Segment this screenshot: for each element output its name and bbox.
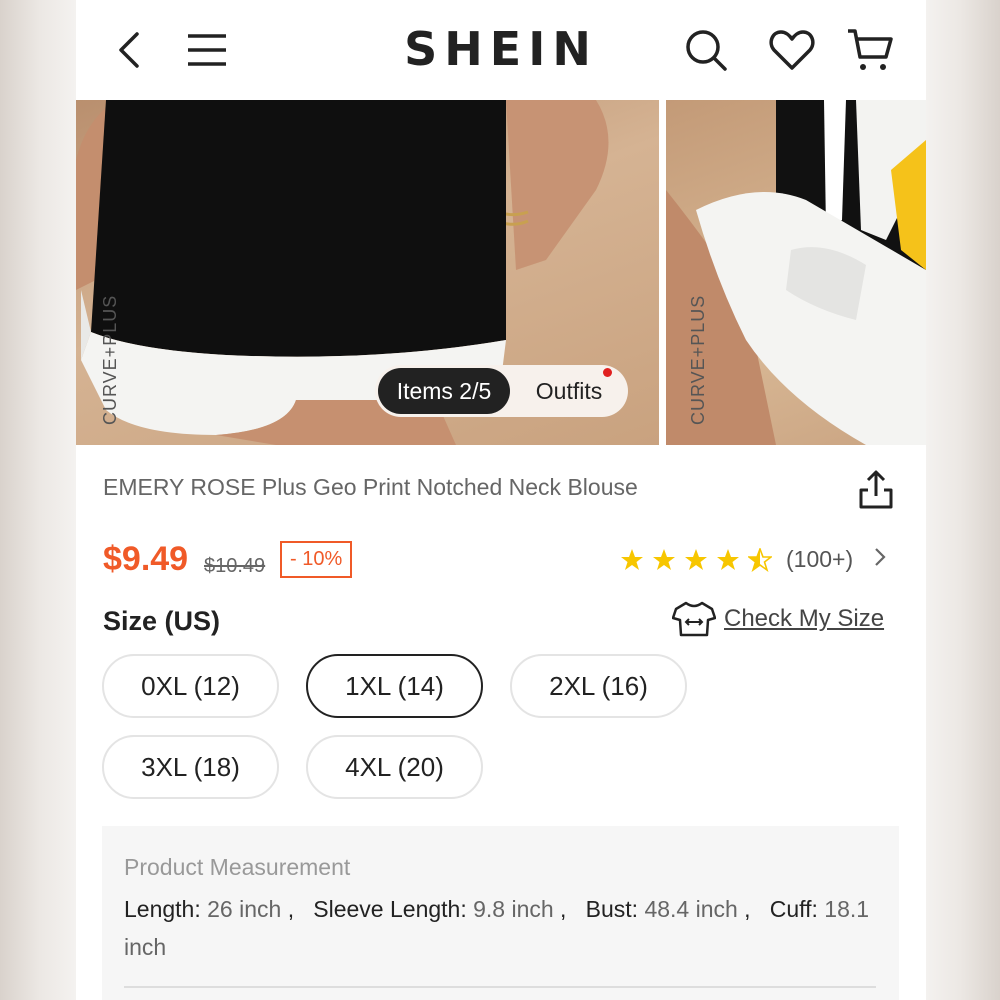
cuff-label: Cuff: <box>769 896 818 922</box>
outfits-tab[interactable]: Outfits <box>510 367 628 405</box>
product-image-secondary[interactable]: CURVE+PLUS <box>666 100 926 445</box>
measurement-values: Length: 26 inch , Sleeve Length: 9.8 inc… <box>124 896 870 960</box>
size-option-0xl[interactable]: 0XL (12) <box>102 654 279 718</box>
length-value: 26 inch <box>207 896 282 922</box>
chevron-right-icon <box>873 546 887 573</box>
menu-icon[interactable] <box>183 26 231 74</box>
sale-price: $9.49 <box>103 540 189 578</box>
search-icon[interactable] <box>682 26 730 74</box>
shein-logo[interactable]: SHEIN <box>396 22 606 76</box>
star-icon <box>685 548 707 570</box>
discount-badge: - 10% <box>280 541 353 578</box>
product-image-gallery[interactable]: CURVE+PLUS Items 2/5 Outfits CURVE+PLUS <box>76 100 926 445</box>
back-arrow-icon[interactable] <box>106 26 154 74</box>
size-option-3xl[interactable]: 3XL (18) <box>102 735 279 799</box>
star-icon <box>621 548 643 570</box>
gallery-tabs: Items 2/5 Outfits <box>375 365 628 417</box>
half-star-icon <box>748 547 772 572</box>
product-title: EMERY ROSE Plus Geo Print Notched Neck B… <box>103 474 638 500</box>
tshirt-measure-icon <box>672 601 716 637</box>
divider <box>124 986 876 988</box>
rating-summary[interactable]: (100+) <box>620 546 887 573</box>
items-tab[interactable]: Items 2/5 <box>378 368 510 414</box>
rating-stars <box>620 547 772 572</box>
rating-count: (100+) <box>786 546 854 572</box>
size-option-2xl[interactable]: 2XL (16) <box>510 654 687 718</box>
star-icon <box>717 548 739 570</box>
cart-icon[interactable] <box>846 26 894 74</box>
share-icon[interactable] <box>856 468 896 515</box>
measurement-title: Product Measurement <box>124 854 351 880</box>
brand-vertical-label-2: CURVE+PLUS <box>688 294 708 425</box>
star-icon <box>653 548 675 570</box>
phone-screen: SHEIN CURVE+PLUS Items 2/5 Outfits CURVE… <box>76 0 926 1000</box>
heart-icon[interactable] <box>768 26 816 74</box>
original-price: $10.49 <box>204 555 266 577</box>
product-image-main[interactable]: CURVE+PLUS Items 2/5 Outfits <box>76 100 659 445</box>
product-measurement-panel: Product Measurement Length: 26 inch , Sl… <box>102 826 899 1000</box>
sleeve-length-value: 9.8 inch <box>473 896 554 922</box>
sleeve-length-label: Sleeve Length: <box>313 896 467 922</box>
check-my-size-label: Check My Size <box>724 605 885 632</box>
top-nav-bar: SHEIN <box>76 0 926 100</box>
bust-value: 48.4 inch <box>644 896 738 922</box>
check-my-size-link[interactable]: Check My Size <box>672 600 884 638</box>
size-option-1xl-selected[interactable]: 1XL (14) <box>306 654 483 718</box>
notification-dot <box>603 367 612 377</box>
size-section-label: Size (US) <box>103 606 221 636</box>
size-option-4xl[interactable]: 4XL (20) <box>306 735 483 799</box>
outfits-tab-label: Outfits <box>535 377 603 404</box>
length-label: Length: <box>124 896 201 922</box>
bust-label: Bust: <box>585 896 639 922</box>
brand-vertical-label: CURVE+PLUS <box>100 294 120 425</box>
